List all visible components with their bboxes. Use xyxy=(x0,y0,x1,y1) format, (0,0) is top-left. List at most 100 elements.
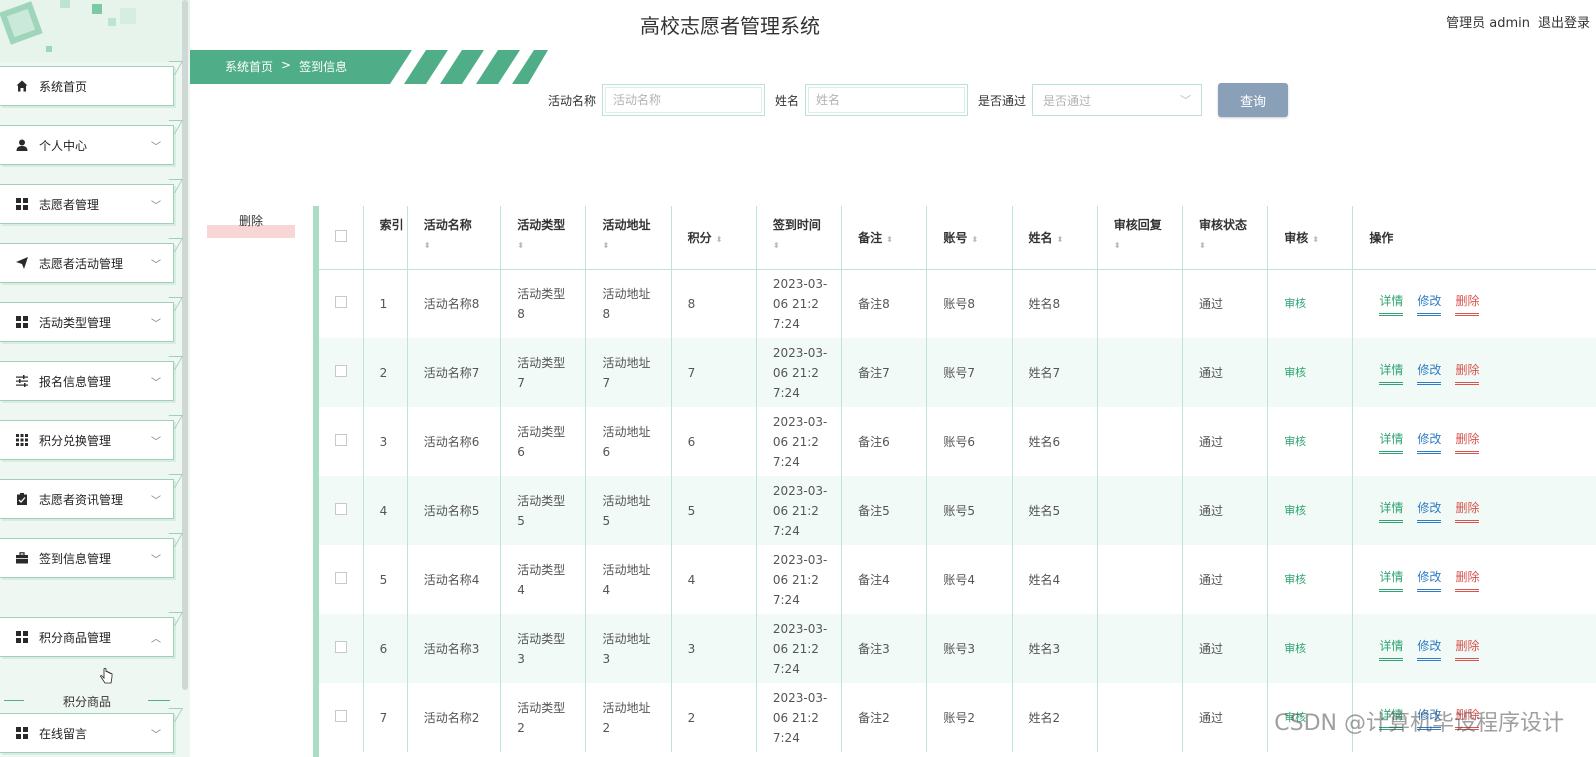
sort-icon[interactable]: ⬍ xyxy=(1199,241,1267,250)
activity-search-input[interactable] xyxy=(602,84,766,116)
sort-icon[interactable]: ⬍ xyxy=(517,241,585,250)
sidebar-scrollbar[interactable] xyxy=(182,0,188,690)
sort-icon[interactable]: ⬍ xyxy=(971,235,978,244)
cell-activity-address: 活动地址4 xyxy=(585,545,672,614)
sidebar-item-9[interactable]: 签到信息管理 ﹀ xyxy=(0,533,184,578)
sidebar-item-4[interactable]: 志愿者活动管理 ﹀ xyxy=(0,238,184,283)
sidebar-item-3[interactable]: 志愿者管理 ﹀ xyxy=(0,179,184,224)
row-checkbox[interactable] xyxy=(335,502,347,515)
sort-icon[interactable]: ⬍ xyxy=(1057,235,1064,244)
edit-button[interactable]: 修改 xyxy=(1417,567,1442,592)
sort-icon[interactable]: ⬍ xyxy=(1114,241,1182,250)
column-header-3[interactable]: 活动类型 ⬍ xyxy=(500,206,587,270)
name-search-input[interactable] xyxy=(805,84,969,116)
logout-link[interactable]: 退出登录 xyxy=(1538,12,1590,31)
cell-remark: 备注2 xyxy=(841,683,928,752)
cell-remark: 备注6 xyxy=(841,407,928,476)
table-row: 3 活动名称6 活动类型6 活动地址6 6 2023-03-06 21:27:24 备注6 账… xyxy=(319,407,1596,476)
sidebar-item-label: 个人中心 xyxy=(39,138,88,153)
sidebar-item-6[interactable]: 报名信息管理 ﹀ xyxy=(0,356,184,401)
delete-button[interactable]: 删除 xyxy=(1455,291,1480,317)
cell-name: 姓名4 xyxy=(1012,545,1098,614)
column-header-8[interactable]: 账号 ⬍ xyxy=(926,206,1013,270)
column-header-2[interactable]: 活动名称 ⬍ xyxy=(407,206,502,270)
audit-link[interactable]: 审核 xyxy=(1284,435,1306,448)
detail-button[interactable]: 详情 xyxy=(1379,360,1404,385)
sort-icon[interactable]: ⬍ xyxy=(1312,235,1319,244)
cell-index: 2 xyxy=(363,338,408,407)
column-header-9[interactable]: 姓名 ⬍ xyxy=(1012,206,1098,270)
row-checkbox[interactable] xyxy=(335,295,347,308)
cell-activity-type: 活动类型5 xyxy=(500,476,587,545)
cell-index: 3 xyxy=(363,407,408,476)
column-header-label: 审核状态 xyxy=(1198,218,1247,232)
delete-button[interactable]: 删除 xyxy=(1455,429,1480,454)
sidebar-item-8[interactable]: 志愿者资讯管理 ﹀ xyxy=(0,474,184,519)
column-header-12[interactable]: 审核 ⬍ xyxy=(1267,206,1354,270)
sort-icon[interactable]: ⬍ xyxy=(886,235,893,244)
column-header-13[interactable]: 操作 xyxy=(1352,206,1596,270)
sidebar-item-5[interactable]: 活动类型管理 ﹀ xyxy=(0,297,184,342)
cell-activity-name: 活动名称2 xyxy=(407,683,502,752)
select-all-checkbox[interactable] xyxy=(335,229,347,242)
column-header-1[interactable]: 索引 xyxy=(363,206,408,270)
detail-button[interactable]: 详情 xyxy=(1379,636,1404,661)
row-checkbox[interactable] xyxy=(335,640,347,653)
detail-button[interactable]: 详情 xyxy=(1379,429,1404,454)
audit-link[interactable]: 审核 xyxy=(1284,504,1306,517)
column-header-6[interactable]: 签到时间 ⬍ xyxy=(756,206,843,270)
row-checkbox[interactable] xyxy=(335,433,347,446)
cell-account: 账号4 xyxy=(926,545,1013,614)
edit-button[interactable]: 修改 xyxy=(1417,360,1442,385)
cell-activity-name: 活动名称6 xyxy=(407,407,502,476)
delete-button[interactable]: 删除 xyxy=(1455,567,1480,592)
sort-icon[interactable]: ⬍ xyxy=(716,235,723,244)
edit-button[interactable]: 修改 xyxy=(1417,429,1442,454)
sort-icon[interactable]: ⬍ xyxy=(424,241,500,250)
cell-checkin-time: 2023-03-06 21:27:24 xyxy=(756,683,843,752)
sidebar-item-1[interactable]: 系统首页 xyxy=(0,61,184,106)
delete-button[interactable]: 删除 xyxy=(1455,498,1480,523)
sort-icon[interactable]: ⬍ xyxy=(602,241,670,250)
sidebar-item-7[interactable]: 积分兑换管理 ﹀ xyxy=(0,415,184,460)
search-button[interactable]: 查询 xyxy=(1218,83,1289,117)
detail-button[interactable]: 详情 xyxy=(1379,567,1404,592)
name-search-group: 姓名 xyxy=(775,84,969,116)
row-checkbox-cell xyxy=(319,407,364,476)
cell-checkin-time: 2023-03-06 21:27:24 xyxy=(756,476,843,545)
audit-link[interactable]: 审核 xyxy=(1284,642,1306,655)
sidebar-item-2[interactable]: 个人中心 ﹀ xyxy=(0,120,184,165)
detail-button[interactable]: 详情 xyxy=(1379,291,1404,317)
sidebar-item-11[interactable]: 在线留言 ﹀ xyxy=(0,708,184,753)
sidebar-item-10[interactable]: 积分商品管理 ︿ xyxy=(0,612,184,657)
batch-delete-button[interactable]: 删除 xyxy=(207,210,295,238)
grid-icon xyxy=(15,726,29,740)
passed-select[interactable]: 是否通过 ﹀ xyxy=(1032,84,1203,116)
column-header-7[interactable]: 备注 ⬍ xyxy=(841,206,928,270)
cell-remark: 备注7 xyxy=(841,338,928,407)
actions-cell: 详情 修改 删除 xyxy=(1352,338,1596,407)
row-checkbox[interactable] xyxy=(335,571,347,584)
column-header-11[interactable]: 审核状态 ⬍ xyxy=(1182,206,1269,270)
edit-button[interactable]: 修改 xyxy=(1417,291,1442,317)
audit-link[interactable]: 审核 xyxy=(1284,366,1306,379)
sort-icon[interactable]: ⬍ xyxy=(773,241,841,250)
audit-link[interactable]: 审核 xyxy=(1284,297,1306,310)
activity-search-label: 活动名称 xyxy=(548,93,597,108)
submenu-item-points-goods[interactable]: 积分商品 xyxy=(0,685,174,717)
column-header-4[interactable]: 活动地址 ⬍ xyxy=(585,206,672,270)
cell-checkin-time: 2023-03-06 21:27:24 xyxy=(756,407,843,476)
edit-button[interactable]: 修改 xyxy=(1417,498,1442,523)
breadcrumb-home[interactable]: 系统首页 xyxy=(225,58,273,75)
batch-delete-label: 删除 xyxy=(238,214,263,228)
audit-link[interactable]: 审核 xyxy=(1284,573,1306,586)
delete-button[interactable]: 删除 xyxy=(1455,360,1480,385)
edit-button[interactable]: 修改 xyxy=(1417,636,1442,661)
row-checkbox[interactable] xyxy=(335,364,347,377)
column-header-5[interactable]: 积分 ⬍ xyxy=(671,206,757,270)
detail-button[interactable]: 详情 xyxy=(1379,498,1404,523)
delete-button[interactable]: 删除 xyxy=(1455,636,1480,661)
submenu-line-left xyxy=(4,700,24,701)
row-checkbox[interactable] xyxy=(335,709,347,722)
column-header-10[interactable]: 审核回复 ⬍ xyxy=(1097,206,1183,270)
